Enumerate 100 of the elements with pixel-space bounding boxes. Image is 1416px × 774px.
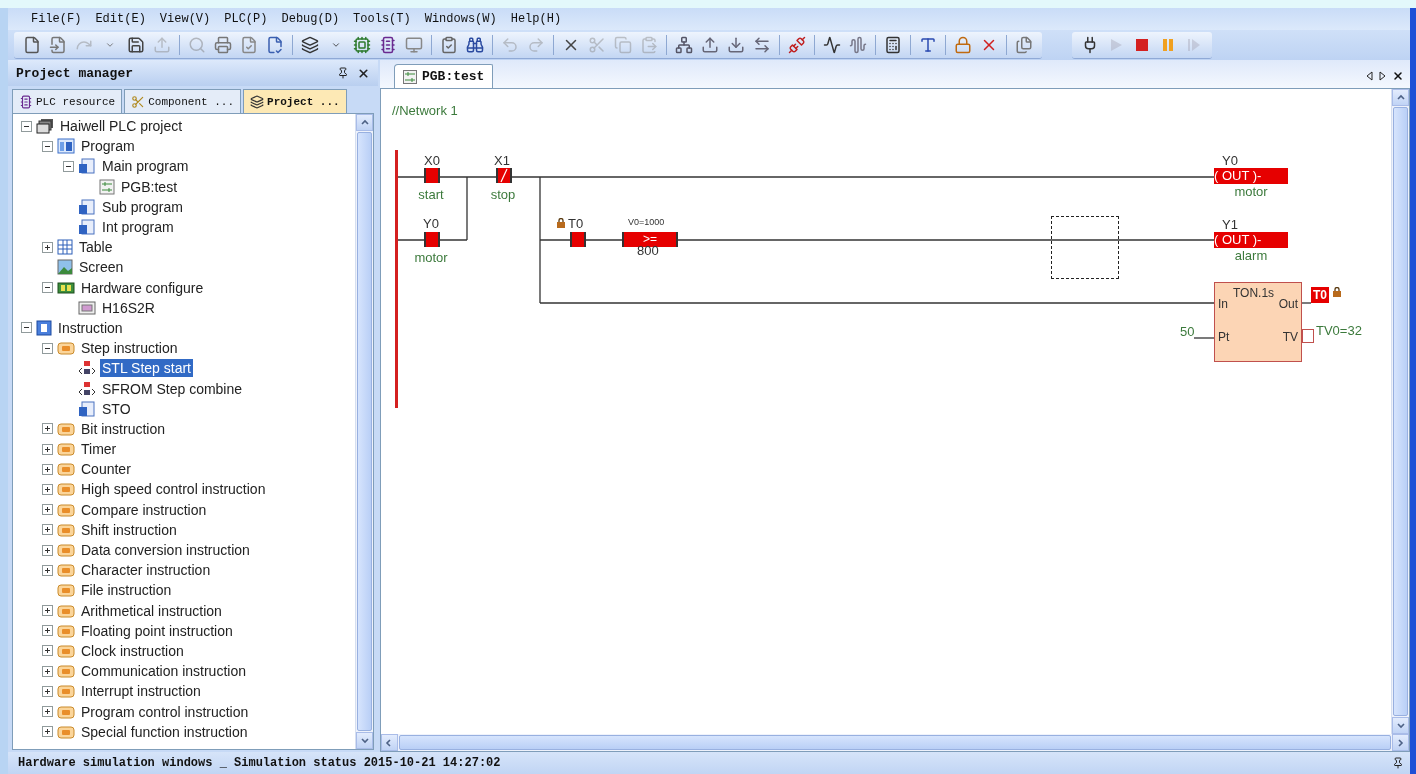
paste-icon xyxy=(640,35,658,54)
tree-item[interactable]: Instruction xyxy=(56,318,125,337)
pin-label: In xyxy=(1218,297,1228,311)
menu-item[interactable]: Edit(E) xyxy=(88,10,153,28)
tree-item[interactable]: Shift instruction xyxy=(79,520,179,539)
tree-item[interactable]: Main program xyxy=(100,157,191,176)
tree-item[interactable]: Counter xyxy=(79,460,133,479)
contact-comment: stop xyxy=(490,187,516,202)
document-tab[interactable]: PGB:test xyxy=(394,64,494,88)
output-coil[interactable]: ( OUT )- xyxy=(1214,232,1288,248)
pin-icon[interactable] xyxy=(337,67,349,79)
tree-item[interactable]: Clock instruction xyxy=(79,641,186,660)
expand-toggle[interactable] xyxy=(42,625,53,637)
tree-item[interactable]: SFROM Step combine xyxy=(100,379,245,398)
collapse-toggle[interactable] xyxy=(42,342,53,354)
folder-icon xyxy=(57,663,75,680)
menu-item[interactable]: Help(H) xyxy=(503,10,569,28)
printer-icon xyxy=(214,35,232,54)
compare-block[interactable]: >= xyxy=(622,232,678,247)
expand-toggle[interactable] xyxy=(42,726,53,738)
coil-comment: alarm xyxy=(1234,248,1268,263)
tree-item[interactable]: H16S2R xyxy=(100,298,157,317)
right-triangle-icon[interactable] xyxy=(1379,71,1386,81)
tree-item[interactable]: Timer xyxy=(79,440,119,459)
expand-toggle[interactable] xyxy=(42,504,53,516)
collapse-toggle[interactable] xyxy=(63,160,74,172)
panel-tab[interactable]: Component ... xyxy=(124,89,242,113)
open-contact[interactable] xyxy=(424,168,440,183)
folder-icon xyxy=(57,521,75,538)
expand-toggle[interactable] xyxy=(42,706,53,718)
tree-item[interactable]: STO xyxy=(100,399,133,418)
tree-item[interactable]: Int program xyxy=(100,218,176,237)
expand-toggle[interactable] xyxy=(42,241,53,253)
tree-item[interactable]: Screen xyxy=(77,258,126,277)
expand-toggle[interactable] xyxy=(42,483,53,495)
expand-toggle[interactable] xyxy=(42,463,53,475)
tree-item[interactable]: Haiwell PLC project xyxy=(58,117,185,136)
expand-toggle[interactable] xyxy=(42,605,53,617)
tree-item[interactable]: Bit instruction xyxy=(79,419,168,438)
tree-item[interactable]: Character instruction xyxy=(79,561,213,580)
chip-icon xyxy=(19,94,33,109)
scrollbar[interactable] xyxy=(355,114,373,749)
open-contact[interactable] xyxy=(424,232,440,247)
panel-tab[interactable]: Project ... xyxy=(243,89,347,113)
tree-item[interactable]: Step instruction xyxy=(79,339,180,358)
left-triangle-icon[interactable] xyxy=(1366,71,1373,81)
timer-block[interactable]: TON.1s In Pt Out TV xyxy=(1214,282,1302,362)
waveform-icon xyxy=(823,35,841,54)
expand-toggle[interactable] xyxy=(42,443,53,455)
timer-value: TV0=32 xyxy=(1316,323,1362,338)
output-coil[interactable]: ( OUT )- xyxy=(1214,168,1288,184)
scrollbar[interactable] xyxy=(1391,89,1409,734)
folder-icon xyxy=(57,723,75,740)
coil-address: Y0 xyxy=(1222,153,1238,168)
document-check-icon xyxy=(240,35,258,54)
collapse-toggle[interactable] xyxy=(42,282,53,294)
expand-toggle[interactable] xyxy=(42,423,53,435)
menu-item[interactable]: Tools(T) xyxy=(346,10,418,28)
tree-item[interactable]: Data conversion instruction xyxy=(79,541,252,560)
tree-item[interactable]: Arithmetical instruction xyxy=(79,601,224,620)
tree-item[interactable]: Program xyxy=(79,137,137,156)
menu-item[interactable]: File(F) xyxy=(24,10,89,28)
collapse-toggle[interactable] xyxy=(42,140,53,152)
tree-item[interactable]: Special function instruction xyxy=(79,722,250,741)
menu-item[interactable]: Windows(W) xyxy=(417,10,504,28)
open-contact[interactable] xyxy=(570,232,586,247)
tree-item[interactable]: Interrupt instruction xyxy=(79,682,203,701)
expand-toggle[interactable] xyxy=(42,544,53,556)
expand-toggle[interactable] xyxy=(42,645,53,657)
menu-item[interactable]: View(V) xyxy=(152,10,218,28)
folder-icon xyxy=(57,582,75,599)
tree-item[interactable]: Table xyxy=(77,238,115,257)
tree-item[interactable]: High speed control instruction xyxy=(79,480,268,499)
expand-toggle[interactable] xyxy=(42,665,53,677)
tree-item[interactable]: Floating point instruction xyxy=(79,621,235,640)
folder-icon xyxy=(57,622,75,639)
tree-item[interactable]: STL Step start xyxy=(100,359,193,378)
tree-item[interactable]: PGB:test xyxy=(119,177,180,196)
tree-item[interactable]: Hardware configure xyxy=(79,278,206,297)
close-icon[interactable] xyxy=(357,66,370,80)
menu-item[interactable]: PLC(P) xyxy=(217,10,275,28)
scrollbar[interactable] xyxy=(381,734,1409,751)
panel-tab[interactable]: PLC resource xyxy=(12,89,123,113)
tree-item[interactable]: Program control instruction xyxy=(79,702,251,721)
tree-item[interactable]: Communication instruction xyxy=(79,662,248,681)
collapse-toggle[interactable] xyxy=(21,120,32,132)
closed-contact[interactable] xyxy=(496,168,512,183)
menu-item[interactable]: Debug(D) xyxy=(274,10,347,28)
collapse-toggle[interactable] xyxy=(21,322,32,334)
tree-item[interactable]: Sub program xyxy=(100,197,185,216)
pin-icon[interactable] xyxy=(1392,757,1404,769)
file-icon xyxy=(23,35,41,54)
close-icon[interactable] xyxy=(1392,70,1404,82)
network-icon xyxy=(675,35,693,54)
tree-item[interactable]: File instruction xyxy=(79,581,174,600)
expand-toggle[interactable] xyxy=(42,524,53,536)
tree-item[interactable]: Compare instruction xyxy=(79,500,209,519)
expand-toggle[interactable] xyxy=(42,564,53,576)
folder-icon xyxy=(57,683,75,700)
expand-toggle[interactable] xyxy=(42,685,53,697)
